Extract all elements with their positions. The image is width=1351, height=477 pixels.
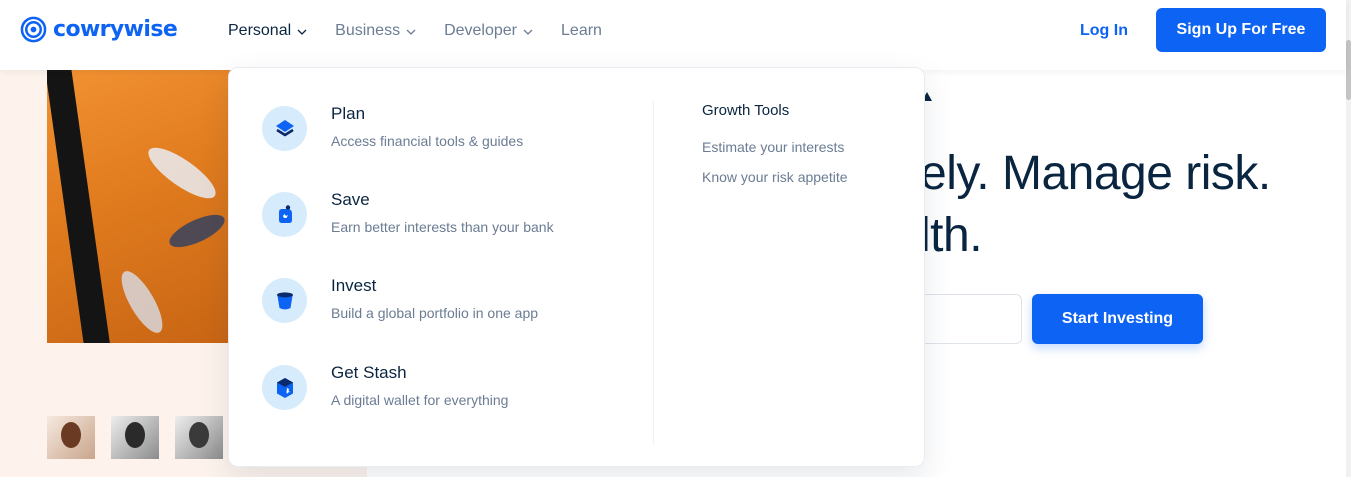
hero-photo xyxy=(47,70,237,343)
piggy-bank-icon xyxy=(262,192,307,237)
photo-pattern xyxy=(141,139,223,207)
bucket-icon xyxy=(262,278,307,323)
top-navbar: cowrywise Personal Business Developer Le… xyxy=(0,0,1346,70)
chevron-down-icon xyxy=(297,29,307,35)
menu-item-title: Plan xyxy=(331,104,366,123)
logo-text: cowrywise xyxy=(53,17,178,42)
thumbnail-2[interactable] xyxy=(111,416,159,459)
nav-developer-label: Developer xyxy=(444,22,518,39)
hero-thumbnails xyxy=(47,416,223,459)
menu-item-get-stash[interactable]: Get Stash A digital wallet for everythin… xyxy=(262,363,622,425)
menu-item-plan[interactable]: Plan Access financial tools & guides xyxy=(262,104,622,166)
page-scrollbar[interactable] xyxy=(1346,0,1351,477)
menu-item-description: A digital wallet for everything xyxy=(331,392,509,408)
chevron-down-icon xyxy=(406,29,416,35)
signup-button[interactable]: Sign Up For Free xyxy=(1156,8,1326,52)
scrollbar-thumb[interactable] xyxy=(1346,40,1351,100)
hero-heading-line1: ely. Manage risk. xyxy=(920,147,1271,200)
menu-item-save[interactable]: Save Earn better interests than your ban… xyxy=(262,190,622,252)
nav-developer[interactable]: Developer xyxy=(444,20,533,42)
wallet-box-icon xyxy=(262,365,307,410)
growth-tools-heading: Growth Tools xyxy=(702,102,790,119)
personal-dropdown-menu: Plan Access financial tools & guides Sav… xyxy=(228,67,925,467)
menu-item-title: Save xyxy=(331,190,370,209)
nav-business[interactable]: Business xyxy=(335,20,416,42)
main-nav: Personal Business Developer Learn xyxy=(228,20,630,42)
growth-tool-link-interests[interactable]: Estimate your interests xyxy=(702,139,844,155)
hero-heading-line2: lth. xyxy=(920,209,983,262)
cowrywise-logo-icon xyxy=(20,16,47,43)
layers-icon xyxy=(262,106,307,151)
nav-personal-label: Personal xyxy=(228,22,292,39)
nav-learn-label: Learn xyxy=(561,22,602,39)
photo-bag-strap xyxy=(47,70,112,343)
start-investing-button[interactable]: Start Investing xyxy=(1032,294,1203,344)
menu-item-invest[interactable]: Invest Build a global portfolio in one a… xyxy=(262,276,622,338)
email-input[interactable] xyxy=(910,294,1022,344)
photo-pattern xyxy=(165,208,229,254)
logo[interactable]: cowrywise xyxy=(20,16,178,43)
thumbnail-1[interactable] xyxy=(47,416,95,459)
menu-item-description: Earn better interests than your bank xyxy=(331,219,554,235)
photo-pattern xyxy=(114,265,170,339)
menu-item-description: Build a global portfolio in one app xyxy=(331,305,539,321)
menu-item-title: Get Stash xyxy=(331,363,407,382)
nav-learn[interactable]: Learn xyxy=(561,20,602,42)
menu-divider xyxy=(653,101,654,445)
menu-item-title: Invest xyxy=(331,276,377,295)
menu-item-description: Access financial tools & guides xyxy=(331,133,524,149)
thumbnail-3[interactable] xyxy=(175,416,223,459)
nav-personal[interactable]: Personal xyxy=(228,20,307,42)
nav-business-label: Business xyxy=(335,22,401,39)
hero-heading: ely. Manage risk. lth. xyxy=(920,143,1271,267)
login-link[interactable]: Log In xyxy=(1080,22,1128,40)
growth-tool-link-risk[interactable]: Know your risk appetite xyxy=(702,169,848,185)
chevron-down-icon xyxy=(523,29,533,35)
